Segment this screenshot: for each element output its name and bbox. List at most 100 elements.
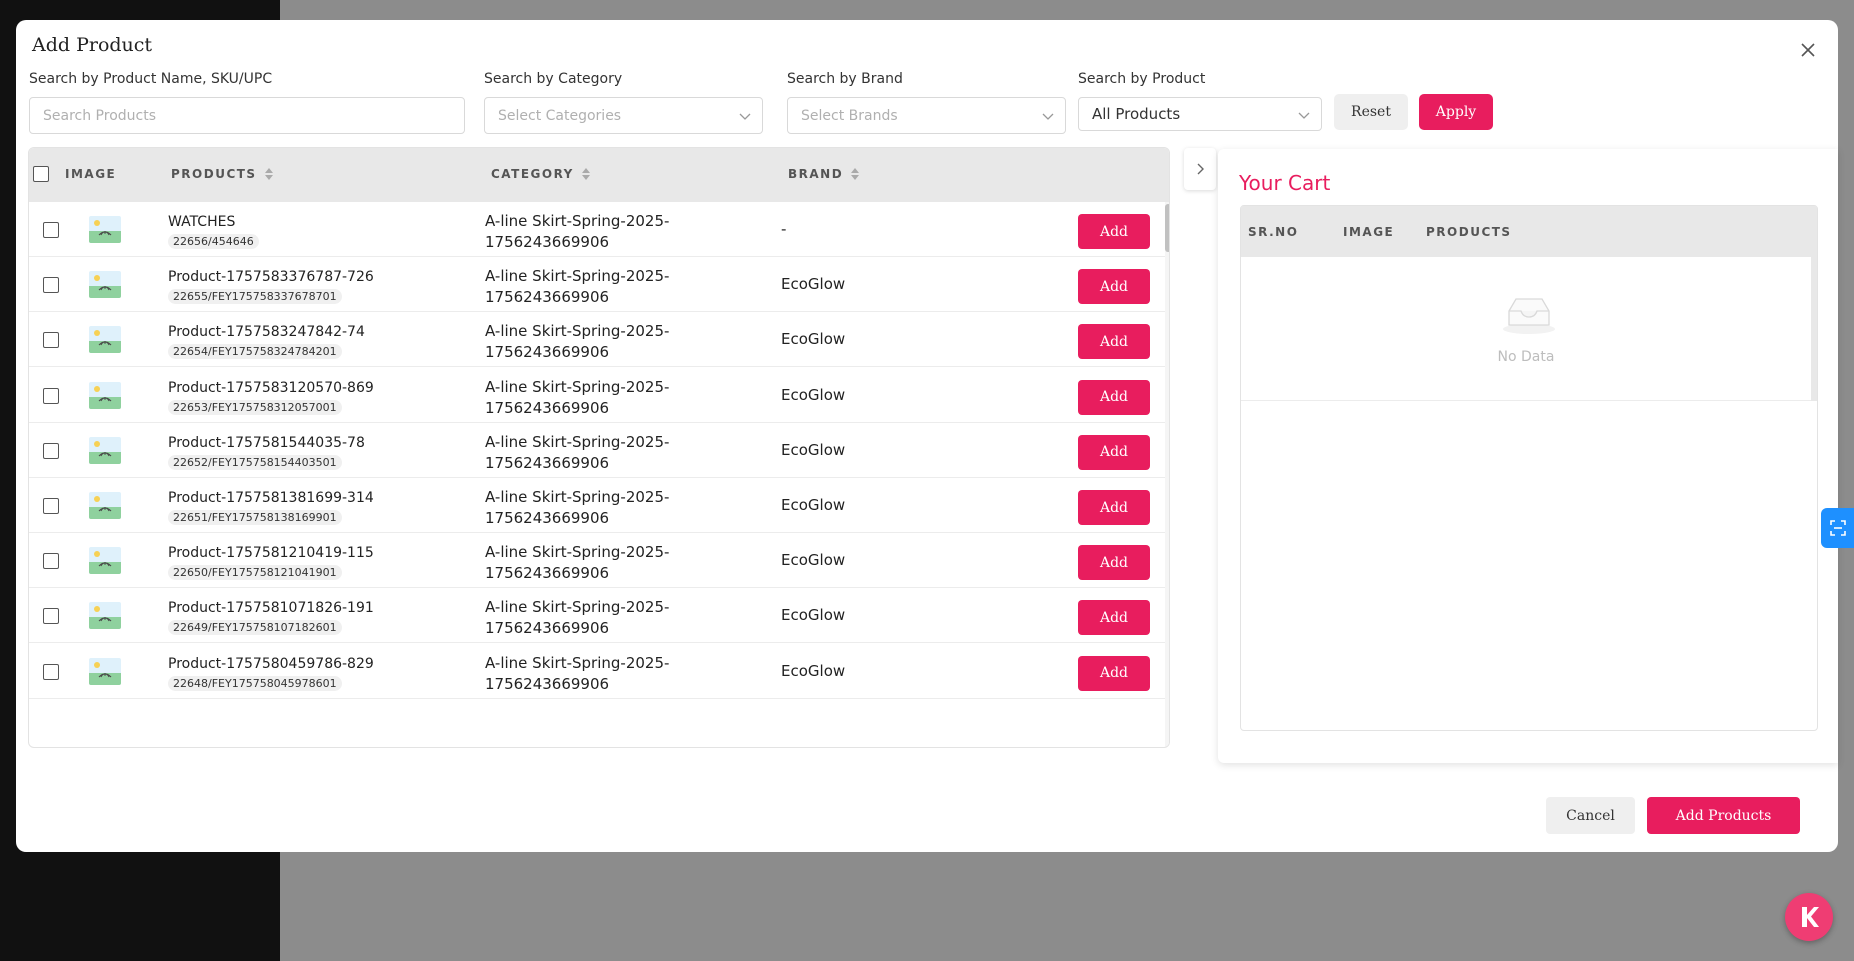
category-line: A-line Skirt-Spring-2025- xyxy=(485,267,670,286)
table-row: WATCHES 22656/454646 A-line Skirt-Spring… xyxy=(29,202,1169,257)
product-brand: EcoGlow xyxy=(781,606,846,625)
image-placeholder-icon xyxy=(89,547,121,575)
row-checkbox[interactable] xyxy=(43,442,59,459)
product-brand: EcoGlow xyxy=(781,440,846,459)
image-placeholder-icon xyxy=(89,326,121,354)
add-button[interactable]: Add xyxy=(1078,434,1150,470)
category-line: 1756243669906 xyxy=(485,453,610,472)
product-brand: EcoGlow xyxy=(781,275,846,294)
add-button[interactable]: Add xyxy=(1078,545,1150,581)
modal-title: Add Product xyxy=(32,34,153,56)
brand-select[interactable]: Select Brands xyxy=(787,97,1066,134)
category-line: A-line Skirt-Spring-2025- xyxy=(485,543,670,562)
product-category: A-line Skirt-Spring-2025- 1756243669906 xyxy=(485,542,669,584)
product-brand: EcoGlow xyxy=(781,496,846,514)
table-scrollbar-track[interactable] xyxy=(1165,202,1169,747)
add-button[interactable]: Add xyxy=(1078,600,1150,636)
product-category: A-line Skirt-Spring-2025- 1756243669906 xyxy=(485,266,669,308)
table-row: Product-1757581381699-314 22651/FEY17575… xyxy=(29,478,1169,533)
select-all-checkbox[interactable] xyxy=(33,166,49,182)
products-table: IMAGE PRODUCTS CATEGORY BRAND WATCHES 22… xyxy=(28,147,1170,748)
table-row: Product-1757581544035-78 22652/FEY175758… xyxy=(29,423,1169,478)
row-checkbox[interactable] xyxy=(43,277,59,294)
cart-scrollbar[interactable] xyxy=(1811,206,1817,401)
row-checkbox[interactable] xyxy=(43,553,59,570)
cart-title: Your Cart xyxy=(1239,171,1331,195)
add-button[interactable]: Add xyxy=(1078,379,1150,415)
cart-column-image: IMAGE xyxy=(1343,225,1395,239)
category-line: 1756243669906 xyxy=(485,509,610,527)
product-name: WATCHES xyxy=(168,214,236,230)
search-name-label: Search by Product Name, SKU/UPC xyxy=(29,71,273,87)
product-sku: 22655/FEY175758337678701 xyxy=(168,289,342,305)
category-line: 1756243669906 xyxy=(485,398,610,417)
cart-panel: Your Cart SR.NO IMAGE PRODUCTS No Data xyxy=(1218,149,1838,763)
product-name: Product-1757581544035-78 xyxy=(168,434,365,451)
apply-button[interactable]: Apply xyxy=(1419,94,1493,130)
product-category: A-line Skirt-Spring-2025- 1756243669906 xyxy=(485,487,669,529)
column-products[interactable]: PRODUCTS xyxy=(171,167,273,181)
cart-empty-state: No Data xyxy=(1241,257,1811,401)
column-image: IMAGE xyxy=(65,167,117,181)
product-name: Product-1757583376787-726 xyxy=(168,269,374,286)
row-checkbox[interactable] xyxy=(43,663,59,680)
row-checkbox[interactable] xyxy=(43,222,59,238)
sort-icon xyxy=(581,168,590,180)
search-products-input[interactable]: Search Products xyxy=(29,97,465,134)
add-button[interactable]: Add xyxy=(1078,269,1150,305)
category-line: 1756243669906 xyxy=(485,233,610,251)
category-line: A-line Skirt-Spring-2025- xyxy=(485,488,670,506)
no-data-text: No Data xyxy=(1497,349,1555,365)
column-category[interactable]: CATEGORY xyxy=(491,167,590,181)
chevron-down-icon xyxy=(738,109,752,123)
product-category: A-line Skirt-Spring-2025- 1756243669906 xyxy=(485,597,669,639)
image-placeholder-icon xyxy=(89,216,121,243)
add-product-modal: Add Product Search by Product Name, SKU/… xyxy=(16,20,1838,852)
product-brand: EcoGlow xyxy=(781,330,846,349)
category-select[interactable]: Select Categories xyxy=(484,97,763,134)
empty-inbox-icon xyxy=(1503,298,1555,334)
image-placeholder-icon xyxy=(89,436,121,464)
product-brand: EcoGlow xyxy=(781,385,846,404)
add-button[interactable]: Add xyxy=(1078,490,1150,525)
add-button[interactable]: Add xyxy=(1078,214,1150,249)
product-select[interactable]: All Products xyxy=(1078,97,1322,131)
row-checkbox[interactable] xyxy=(43,387,59,404)
product-name: Product-1757581381699-314 xyxy=(168,490,374,506)
sort-icon xyxy=(264,168,273,180)
table-scrollbar-thumb[interactable] xyxy=(1165,204,1169,252)
row-checkbox[interactable] xyxy=(43,332,59,349)
product-brand: EcoGlow xyxy=(781,551,846,570)
collapse-cart-button[interactable] xyxy=(1184,148,1216,190)
chevron-right-icon xyxy=(1197,163,1204,175)
category-line: A-line Skirt-Spring-2025- xyxy=(485,432,670,451)
brand-placeholder: Select Brands xyxy=(801,107,898,124)
product-name: Product-1757583247842-74 xyxy=(168,324,365,341)
add-products-button[interactable]: Add Products xyxy=(1647,797,1800,834)
product-select-value: All Products xyxy=(1092,105,1181,123)
product-category: A-line Skirt-Spring-2025- 1756243669906 xyxy=(485,432,669,474)
table-row: Product-1757583247842-74 22654/FEY175758… xyxy=(29,312,1169,368)
category-line: 1756243669906 xyxy=(485,288,610,307)
close-icon[interactable] xyxy=(1796,38,1820,62)
column-brand[interactable]: BRAND xyxy=(788,167,860,181)
cancel-button[interactable]: Cancel xyxy=(1546,797,1635,834)
product-category: A-line Skirt-Spring-2025- 1756243669906 xyxy=(485,321,669,363)
add-button[interactable]: Add xyxy=(1078,324,1150,360)
add-button[interactable]: Add xyxy=(1078,655,1150,691)
image-placeholder-icon xyxy=(89,602,121,630)
image-placeholder-icon xyxy=(89,271,121,299)
category-line: 1756243669906 xyxy=(485,564,610,583)
table-row: Product-1757583376787-726 22655/FEY17575… xyxy=(29,257,1169,313)
category-line: A-line Skirt-Spring-2025- xyxy=(485,653,670,672)
side-tab-button[interactable] xyxy=(1821,508,1854,548)
category-line: A-line Skirt-Spring-2025- xyxy=(485,598,670,617)
image-placeholder-icon xyxy=(89,381,121,409)
category-line: 1756243669906 xyxy=(485,619,610,638)
reset-button[interactable]: Reset xyxy=(1334,94,1408,130)
chat-launcher-button[interactable] xyxy=(1785,893,1833,941)
product-sku: 22653/FEY175758312057001 xyxy=(168,399,342,415)
row-checkbox[interactable] xyxy=(43,498,59,514)
product-sku: 22654/FEY175758324784201 xyxy=(168,344,342,360)
row-checkbox[interactable] xyxy=(43,608,59,625)
